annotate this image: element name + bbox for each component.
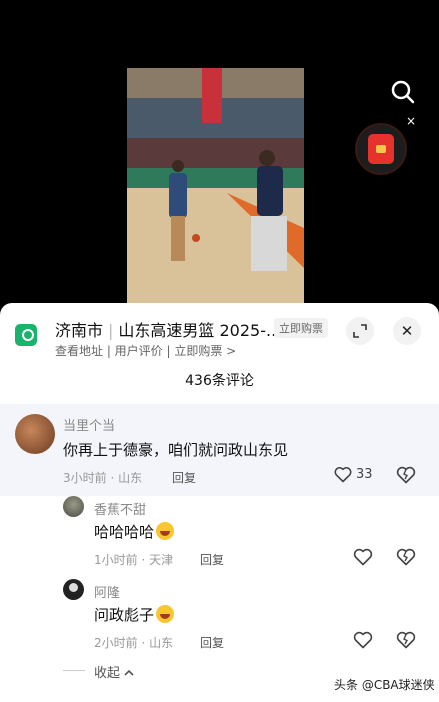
location-pin-icon	[15, 324, 37, 346]
dislike-button[interactable]	[396, 466, 416, 486]
comment-item[interactable]: 当里个当 你再上于德豪，咱们就问政山东见 3小时前 · 山东 回复 33	[0, 404, 439, 496]
broken-heart-icon	[396, 466, 416, 484]
reply-meta: 2小时前 · 山东	[94, 636, 174, 650]
reply-button[interactable]: 回复	[172, 469, 196, 486]
comment-panel: 济南市 | 山东高速男篮 2025-... 立即购票 查看地址 | 用户评价 | 立…	[0, 303, 439, 702]
expand-icon[interactable]	[346, 317, 374, 345]
broken-heart-icon	[396, 631, 416, 649]
like-button[interactable]	[353, 548, 373, 568]
reply-text-content: 哈哈哈哈	[94, 523, 155, 541]
title-separator: |	[108, 321, 114, 340]
video-player[interactable]	[127, 68, 304, 305]
like-button[interactable]	[353, 631, 373, 651]
comment-author[interactable]: 当里个当	[63, 415, 115, 434]
comment-meta: 3小时前 · 山东	[63, 471, 143, 485]
collapse-replies-button[interactable]: 收起	[94, 662, 134, 681]
like-button[interactable]: 33	[334, 466, 373, 483]
dislike-button[interactable]	[396, 631, 416, 651]
reply-text-content: 问政彪子	[94, 606, 155, 624]
screen: × 济南市 | 山东高速男篮 2025-... 立即购票 查看地址 | 用户评价 |…	[0, 0, 439, 702]
reply-meta: 1小时前 · 天津	[94, 553, 174, 567]
basketball-court-video-frame	[127, 68, 304, 305]
avatar[interactable]	[15, 414, 55, 454]
reply-text: 哈哈哈哈	[94, 521, 175, 542]
reply-button[interactable]: 回复	[200, 551, 224, 568]
reply-author[interactable]: 阿隆	[94, 582, 120, 601]
red-packet-icon[interactable]	[355, 123, 407, 175]
laughing-emoji-icon	[156, 522, 175, 540]
red-packet-close-icon[interactable]: ×	[406, 115, 416, 127]
location-city: 济南市	[55, 321, 104, 340]
location-team: 山东高速男篮 2025-...	[118, 321, 282, 340]
heart-icon	[353, 548, 373, 566]
comment-count: 436条评论	[185, 373, 254, 389]
reply-author[interactable]: 香蕉不甜	[94, 499, 146, 518]
like-count: 33	[356, 467, 373, 482]
reply-text: 问政彪子	[94, 604, 175, 625]
dislike-button[interactable]	[396, 548, 416, 568]
red-packet-envelope-icon	[368, 134, 394, 164]
chevron-up-icon	[124, 669, 134, 676]
collapse-divider	[63, 670, 85, 671]
heart-icon	[353, 631, 373, 649]
comment-text: 你再上于德豪，咱们就问政山东见	[63, 441, 289, 459]
location-title: 济南市 | 山东高速男篮 2025-...	[55, 317, 281, 341]
avatar[interactable]	[63, 496, 84, 517]
location-subtitle[interactable]: 查看地址 | 用户评价 | 立即购票 >	[55, 342, 236, 359]
reply-button[interactable]: 回复	[200, 634, 224, 651]
broken-heart-icon	[396, 548, 416, 566]
buy-ticket-tag[interactable]: 立即购票	[274, 318, 328, 338]
avatar[interactable]	[63, 579, 84, 600]
grinning-emoji-icon	[156, 605, 175, 623]
search-icon[interactable]	[390, 79, 416, 105]
close-panel-button[interactable]: ✕	[393, 317, 421, 345]
heart-icon	[334, 466, 352, 483]
watermark: 头条 @CBA球迷侠	[334, 678, 435, 692]
collapse-label: 收起	[94, 666, 121, 681]
